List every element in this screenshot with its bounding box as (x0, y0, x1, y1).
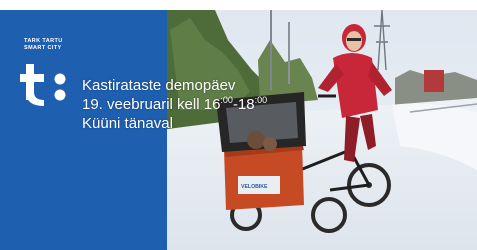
event-date: 19. veebruaril kell 16 (82, 96, 221, 113)
event-headline: Kastirataste demopäev 19. veebruaril kel… (82, 76, 267, 133)
event-date-time: 19. veebruaril kell 16:00-18:00 (82, 95, 267, 114)
event-time-start-minutes: :00 (220, 95, 233, 105)
tark-tartu-logo (20, 64, 66, 106)
event-time-end-minutes: :00 (254, 95, 268, 105)
event-location: Küüni tänaval (82, 115, 173, 132)
event-time-end-hour: -18 (232, 96, 255, 113)
bike-sign-text: VELOBIKE (241, 184, 268, 190)
brand-line-1: TARK TARTU (24, 38, 63, 44)
brand-line-2: SMART CITY (24, 45, 62, 51)
event-banner: VELOBIKE TARK TARTU SMART CITY Kastirata… (0, 0, 477, 250)
brand-label: TARK TARTU SMART CITY (24, 38, 63, 52)
event-title: Kastirataste demopäev (82, 77, 236, 94)
